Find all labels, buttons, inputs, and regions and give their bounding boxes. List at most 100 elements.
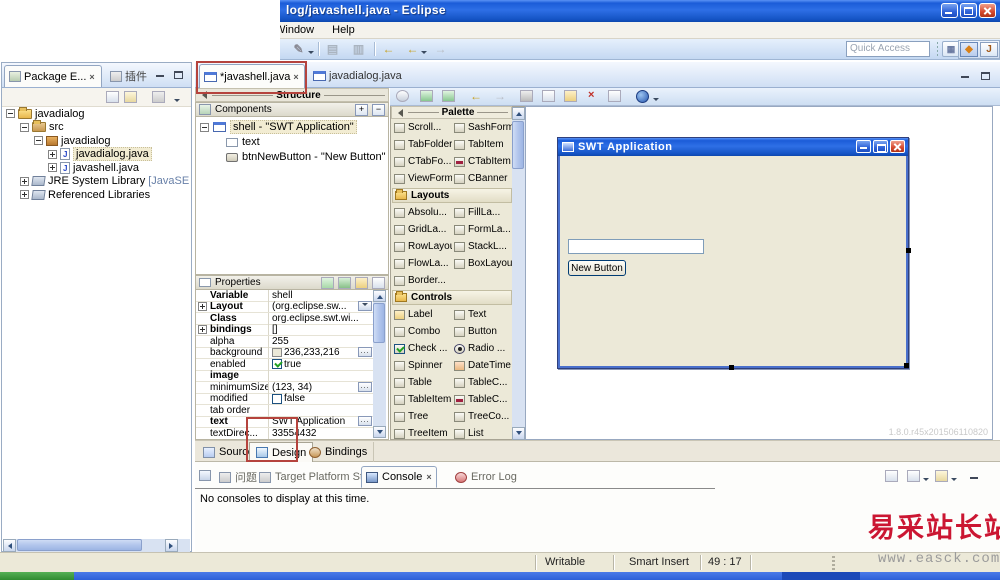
minimize-view-icon[interactable] bbox=[153, 68, 167, 80]
property-value[interactable]: true bbox=[269, 359, 373, 370]
preview-titlebar[interactable]: SWT Application bbox=[558, 138, 908, 156]
palette-item-filllayout[interactable]: FillLa... bbox=[452, 204, 512, 221]
window-close-button[interactable] bbox=[979, 3, 996, 18]
palette-item-button[interactable]: Button bbox=[452, 323, 512, 340]
link-with-editor-icon[interactable] bbox=[124, 91, 137, 103]
java-perspective-button[interactable]: J bbox=[980, 42, 998, 57]
show-events-icon[interactable] bbox=[321, 277, 334, 289]
palette-item-viewform[interactable]: ViewForm bbox=[392, 170, 452, 187]
property-value[interactable]: 236,233,216 ... bbox=[269, 347, 373, 358]
externalize-strings-icon[interactable] bbox=[442, 90, 455, 102]
palette-item-formlayout[interactable]: FormLa... bbox=[452, 221, 512, 238]
palette-item-gridlayout[interactable]: GridLa... bbox=[392, 221, 452, 238]
palette-item-treeitem[interactable]: TreeItem bbox=[392, 425, 452, 440]
palette-item-boxlayout[interactable]: BoxLayout bbox=[452, 255, 512, 272]
forward-icon[interactable]: → bbox=[432, 41, 449, 57]
window-minimize-button[interactable] bbox=[941, 3, 958, 18]
design-canvas[interactable]: SWT Application New Button 1.8.0.r45x201… bbox=[525, 106, 993, 440]
goto-definition-icon[interactable] bbox=[338, 277, 351, 289]
checkbox-unchecked-icon[interactable] bbox=[272, 394, 282, 404]
property-row-minimumsize[interactable]: minimumSize (123, 34) ... bbox=[196, 382, 373, 394]
focus-icon[interactable] bbox=[152, 91, 165, 103]
palette-item-tableitem[interactable]: TableItem bbox=[392, 391, 452, 408]
palette-item-checkbox[interactable]: Check ... bbox=[392, 340, 452, 357]
property-row-image[interactable]: image ... bbox=[196, 371, 373, 383]
back-history-chevron-icon[interactable] bbox=[421, 48, 427, 60]
property-row-background[interactable]: background 236,233,216 ... bbox=[196, 348, 373, 360]
palette-item-borderlayout[interactable]: Border... bbox=[392, 272, 452, 289]
property-row-modified[interactable]: modified false bbox=[196, 394, 373, 406]
tree-item-project[interactable]: javadialog bbox=[6, 107, 189, 121]
scrollbar-thumb[interactable] bbox=[512, 121, 524, 169]
property-row-layout[interactable]: Layout (org.eclipse.sw... bbox=[196, 302, 373, 314]
tab-javadialog-editor[interactable]: javadialog.java bbox=[309, 65, 406, 87]
locale-globe-icon[interactable] bbox=[636, 90, 649, 103]
expand-icon[interactable] bbox=[48, 163, 57, 172]
palette-item-tree[interactable]: Tree bbox=[392, 408, 452, 425]
display-selected-console-icon[interactable] bbox=[907, 470, 920, 482]
expand-icon[interactable] bbox=[48, 150, 57, 159]
tab-package-explorer[interactable]: Package E... × bbox=[4, 65, 102, 87]
start-button[interactable] bbox=[0, 572, 74, 580]
scroll-down-button[interactable] bbox=[373, 426, 386, 438]
expand-icon[interactable] bbox=[20, 177, 29, 186]
component-button[interactable]: btnNewButton - "New Button" bbox=[226, 150, 388, 164]
collapse-all-button[interactable]: − bbox=[372, 104, 385, 116]
scrollbar-thumb[interactable] bbox=[373, 303, 385, 343]
window-titlebar[interactable]: log/javashell.java - Eclipse bbox=[280, 0, 1000, 22]
run-config-icon[interactable]: ✎ bbox=[290, 41, 307, 57]
preview-client-area[interactable]: New Button bbox=[558, 156, 908, 368]
property-value[interactable]: false bbox=[269, 393, 373, 404]
palette-item-sashform[interactable]: SashForm bbox=[452, 119, 512, 136]
scroll-down-button[interactable] bbox=[512, 427, 525, 440]
tab-plugins[interactable]: 插件 bbox=[106, 65, 151, 87]
minimize-editor-icon[interactable] bbox=[958, 69, 972, 81]
new-wizard-icon[interactable]: ▤ bbox=[324, 41, 341, 57]
palette-item-stacklayout[interactable]: StackL... bbox=[452, 238, 512, 255]
tab-console[interactable]: Console × bbox=[361, 466, 437, 488]
property-row-alpha[interactable]: alpha 255 bbox=[196, 336, 373, 348]
collapse-flyout-icon[interactable] bbox=[394, 109, 403, 117]
selection-handle-corner[interactable] bbox=[904, 363, 909, 368]
scrollbar-thumb[interactable] bbox=[17, 539, 142, 551]
expand-icon[interactable] bbox=[198, 302, 207, 311]
design-preview-window[interactable]: SWT Application New Button bbox=[557, 137, 909, 369]
design-perspective-button[interactable]: ◆ bbox=[960, 42, 978, 57]
palette-item-tablecursor[interactable]: TableC... bbox=[452, 391, 512, 408]
property-value[interactable]: 255 bbox=[269, 336, 373, 347]
edit-value-button[interactable]: ... bbox=[358, 382, 372, 392]
preview-minimize-button[interactable] bbox=[856, 140, 871, 153]
component-shell[interactable]: shell - "SWT Application" bbox=[200, 120, 388, 134]
tree-item-javashell-java[interactable]: javashell.java bbox=[48, 161, 189, 175]
palette-item-treecolumn[interactable]: TreeCo... bbox=[452, 408, 512, 425]
palette-flyout-header[interactable]: Palette bbox=[391, 106, 512, 119]
selection-handle-bottom[interactable] bbox=[729, 365, 734, 370]
palette-category-controls[interactable]: Controls bbox=[392, 290, 512, 305]
palette-item-combo[interactable]: Combo bbox=[392, 323, 452, 340]
open-console-icon[interactable] bbox=[885, 470, 898, 482]
tree-item-javadialog-java[interactable]: javadialog.java bbox=[48, 148, 189, 162]
properties-scrollbar[interactable] bbox=[373, 290, 386, 438]
palette-item-rowlayout[interactable]: RowLayout bbox=[392, 238, 452, 255]
palette-item-label[interactable]: Label bbox=[392, 306, 452, 323]
palette-item-ctabitem[interactable]: CTabItem bbox=[452, 153, 512, 170]
checkbox-checked-icon[interactable] bbox=[272, 359, 282, 369]
property-value[interactable]: (org.eclipse.sw... bbox=[269, 301, 373, 312]
scroll-left-button[interactable] bbox=[3, 539, 16, 552]
delete-icon[interactable]: × bbox=[588, 89, 594, 101]
property-value[interactable]: shell bbox=[269, 290, 373, 301]
redo-icon[interactable]: → bbox=[494, 89, 506, 103]
collapse-icon[interactable] bbox=[34, 136, 43, 145]
menu-help[interactable]: Help bbox=[330, 23, 357, 37]
run-dropdown-chevron-icon[interactable] bbox=[308, 48, 314, 60]
new-console-chevron-icon[interactable] bbox=[951, 475, 957, 487]
property-row-variable[interactable]: Variable shell bbox=[196, 290, 373, 302]
copy-icon[interactable] bbox=[542, 90, 555, 102]
horizontal-scrollbar[interactable] bbox=[3, 539, 190, 552]
collapse-icon[interactable] bbox=[6, 109, 15, 118]
tab-bindings[interactable]: Bindings bbox=[303, 442, 374, 462]
edit-value-button[interactable]: ... bbox=[358, 416, 372, 426]
back-icon[interactable]: ← bbox=[380, 41, 397, 57]
palette-item-flowlayout[interactable]: FlowLa... bbox=[392, 255, 452, 272]
preview-close-button[interactable] bbox=[890, 140, 905, 153]
